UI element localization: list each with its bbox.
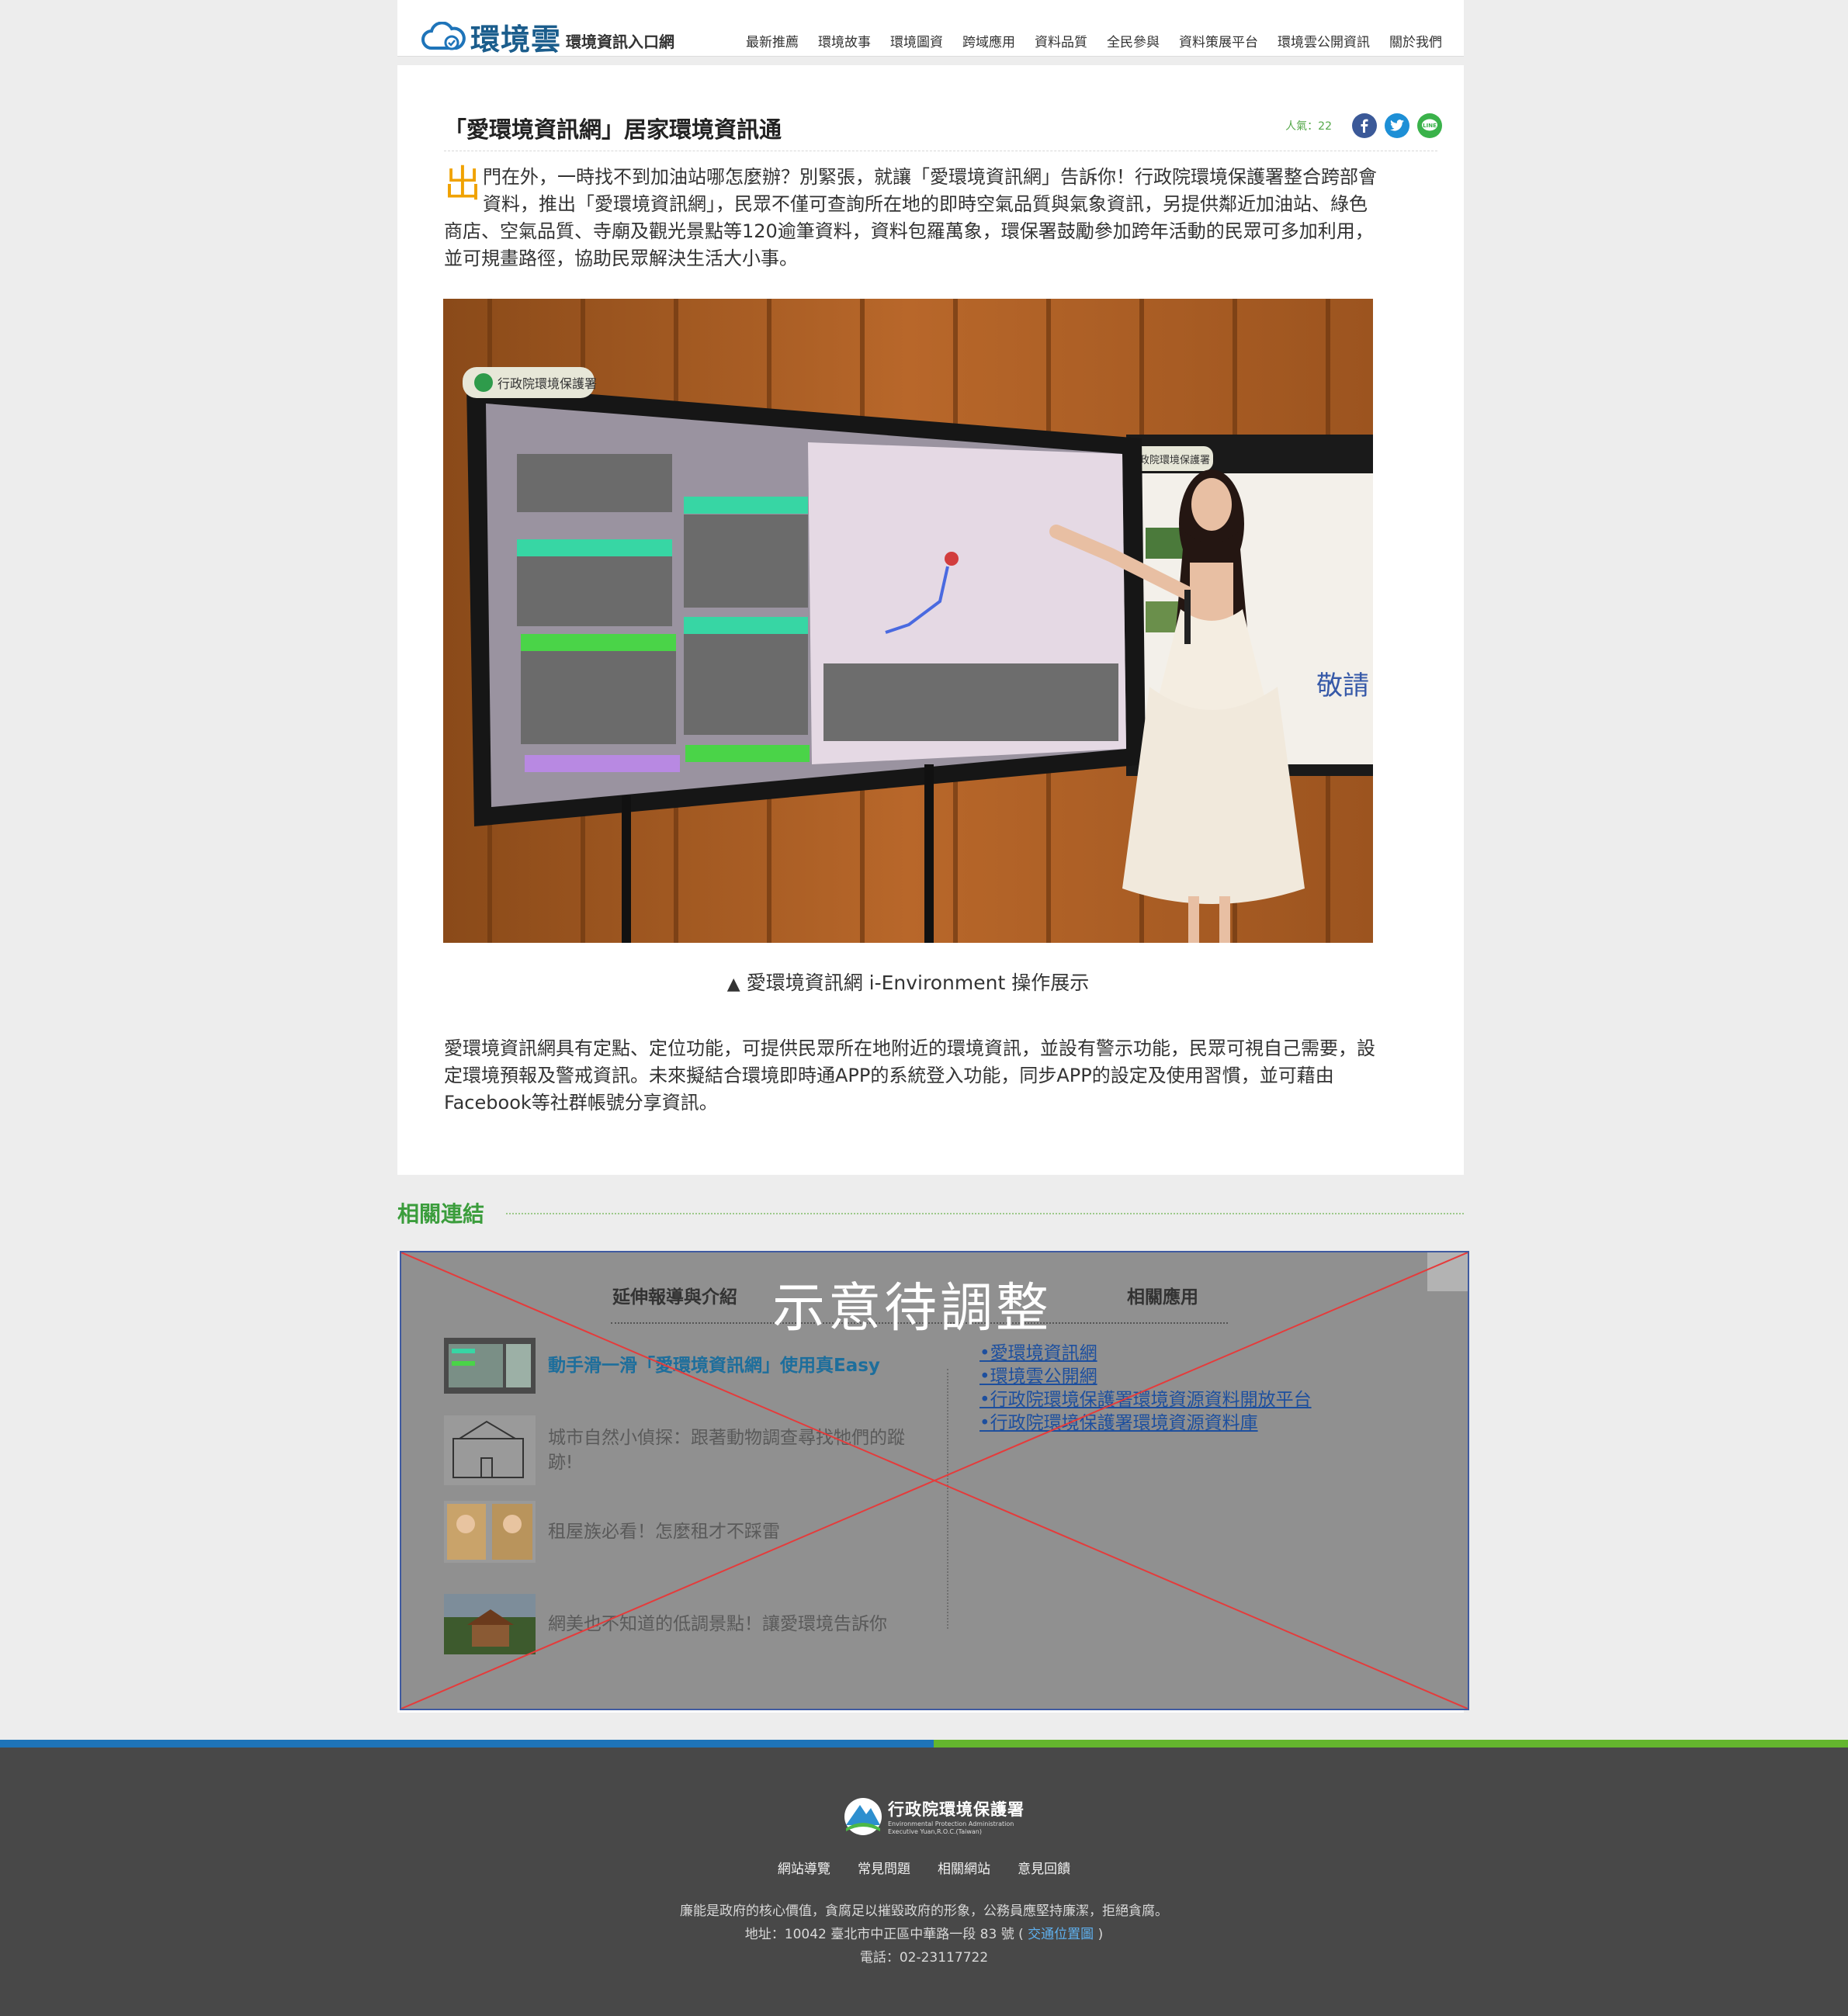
address-text: 地址：10042 臺北市中正區中華路一段 83 號 ( — [744, 1927, 1024, 1942]
caption-marker: ▲ — [726, 975, 740, 994]
nav-data-quality[interactable]: 資料品質 — [1035, 31, 1087, 50]
drop-cap: 出 — [444, 162, 482, 206]
twitter-icon[interactable] — [1385, 113, 1409, 138]
placeholder-cross-mark — [401, 1252, 1468, 1709]
share-bar: 人氣：22 LINE — [1285, 113, 1442, 138]
footer-links: 網站導覽 常見問題 相關網站 意見回饋 — [0, 1858, 1848, 1877]
epa-name: 行政院環境保護署 — [888, 1800, 1025, 1819]
footer-info: 廉能是政府的核心價值，貪腐足以摧毀政府的形象，公務員應堅持廉潔，拒絕貪腐。 地址… — [0, 1900, 1848, 1969]
address-line: 地址：10042 臺北市中正區中華路一段 83 號 ( 交通位置圖 ) — [0, 1923, 1848, 1946]
article-photo: 敬請 行政院環境保護署 行政院環境保護署 — [443, 299, 1373, 943]
site-footer: 行政院環境保護署 Environmental Protection Admini… — [0, 1748, 1848, 2016]
article-card: 「愛環境資訊網」居家環境資訊通 人氣：22 LINE 出門在外，一時找不到加油站… — [397, 65, 1464, 1175]
footer-green-stripe — [934, 1740, 1848, 1748]
view-count-value: 22 — [1318, 120, 1332, 133]
caption-text: 愛環境資訊網 i-Environment 操作展示 — [746, 972, 1090, 994]
epa-name-en-2: Executive Yuan,R.O.C.(Taiwan) — [888, 1828, 982, 1835]
footer-link-sitemap[interactable]: 網站導覽 — [778, 1862, 830, 1877]
cloud-logo-icon — [421, 21, 466, 50]
main-nav: 最新推薦 環境故事 環境圖資 跨域應用 資料品質 全民參與 資料策展平台 環境雲… — [726, 31, 1442, 50]
view-count-label: 人氣： — [1285, 120, 1319, 133]
nav-maps[interactable]: 環境圖資 — [890, 31, 943, 50]
footer-link-faq[interactable]: 常見問題 — [858, 1862, 910, 1877]
traffic-map-link[interactable]: 交通位置圖 — [1028, 1927, 1094, 1942]
epa-logo-text: 行政院環境保護署 Environmental Protection Admini… — [888, 1797, 1025, 1836]
related-panel: 延伸報導與介紹 相關應用 示意待調整 動手滑一滑「愛環境資訊網」使用真Easy … — [397, 1251, 1469, 1713]
related-title: 相關連結 — [397, 1201, 485, 1227]
line-icon[interactable]: LINE — [1417, 113, 1442, 138]
site-header: 環境雲 環境資訊入口網 最新推薦 環境故事 環境圖資 跨域應用 資料品質 全民參… — [397, 0, 1464, 57]
address-close: ) — [1097, 1927, 1104, 1942]
logo-text: 環境雲 — [470, 23, 562, 57]
photo-banner-text: 敬請 — [1316, 670, 1369, 701]
nav-about[interactable]: 關於我們 — [1389, 31, 1442, 50]
nav-participation[interactable]: 全民參與 — [1107, 31, 1160, 50]
photo-screen-sign: 行政院環境保護署 — [498, 376, 597, 391]
phone-line: 電話：02-23117722 — [859, 1950, 989, 1966]
lead-text: 門在外，一時找不到加油站哪怎麼辦？別緊張，就讓「愛環境資訊網」告訴你！行政院環境… — [444, 166, 1378, 269]
nav-latest[interactable]: 最新推薦 — [746, 31, 799, 50]
footer-link-feedback[interactable]: 意見回饋 — [1018, 1862, 1070, 1877]
logo-subtitle: 環境資訊入口網 — [566, 33, 675, 51]
lead-paragraph: 出門在外，一時找不到加油站哪怎麼辦？別緊張，就讓「愛環境資訊網」告訴你！行政院環… — [444, 164, 1383, 272]
body-paragraph: 愛環境資訊網具有定點、定位功能，可提供民眾所在地附近的環境資訊，並設有警示功能，… — [444, 1037, 1375, 1114]
footer-link-related-sites[interactable]: 相關網站 — [938, 1862, 990, 1877]
svg-text:LINE: LINE — [1423, 123, 1437, 129]
nav-stories[interactable]: 環境故事 — [818, 31, 871, 50]
nav-curation[interactable]: 資料策展平台 — [1179, 31, 1258, 50]
related-header: 相關連結 — [397, 1197, 1464, 1228]
photo-caption: ▲ 愛環境資訊網 i-Environment 操作展示 — [397, 968, 1419, 996]
facebook-icon[interactable] — [1352, 113, 1377, 138]
view-count: 人氣：22 — [1285, 118, 1332, 133]
footer-blue-stripe — [0, 1740, 934, 1748]
nav-open-info[interactable]: 環境雲公開資訊 — [1278, 31, 1370, 50]
epa-emblem-icon — [844, 1798, 882, 1835]
nav-cross-domain[interactable]: 跨域應用 — [962, 31, 1015, 50]
related-mockup: 延伸報導與介紹 相關應用 示意待調整 動手滑一滑「愛環境資訊網」使用真Easy … — [400, 1251, 1469, 1710]
photo-illustration: 敬請 行政院環境保護署 行政院環境保護署 — [443, 299, 1373, 943]
integrity-statement: 廉能是政府的核心價值，貪腐足以摧毀政府的形象，公務員應堅持廉潔，拒絕貪腐。 — [680, 1903, 1168, 1919]
epa-name-en-1: Environmental Protection Administration — [888, 1820, 1014, 1827]
related-dotted-rule — [506, 1213, 1464, 1214]
site-logo[interactable]: 環境雲 環境資訊入口網 — [421, 16, 674, 58]
article-title: 「愛環境資訊網」居家環境資訊通 — [444, 116, 782, 143]
epa-logo[interactable]: 行政院環境保護署 Environmental Protection Admini… — [843, 1797, 1025, 1836]
